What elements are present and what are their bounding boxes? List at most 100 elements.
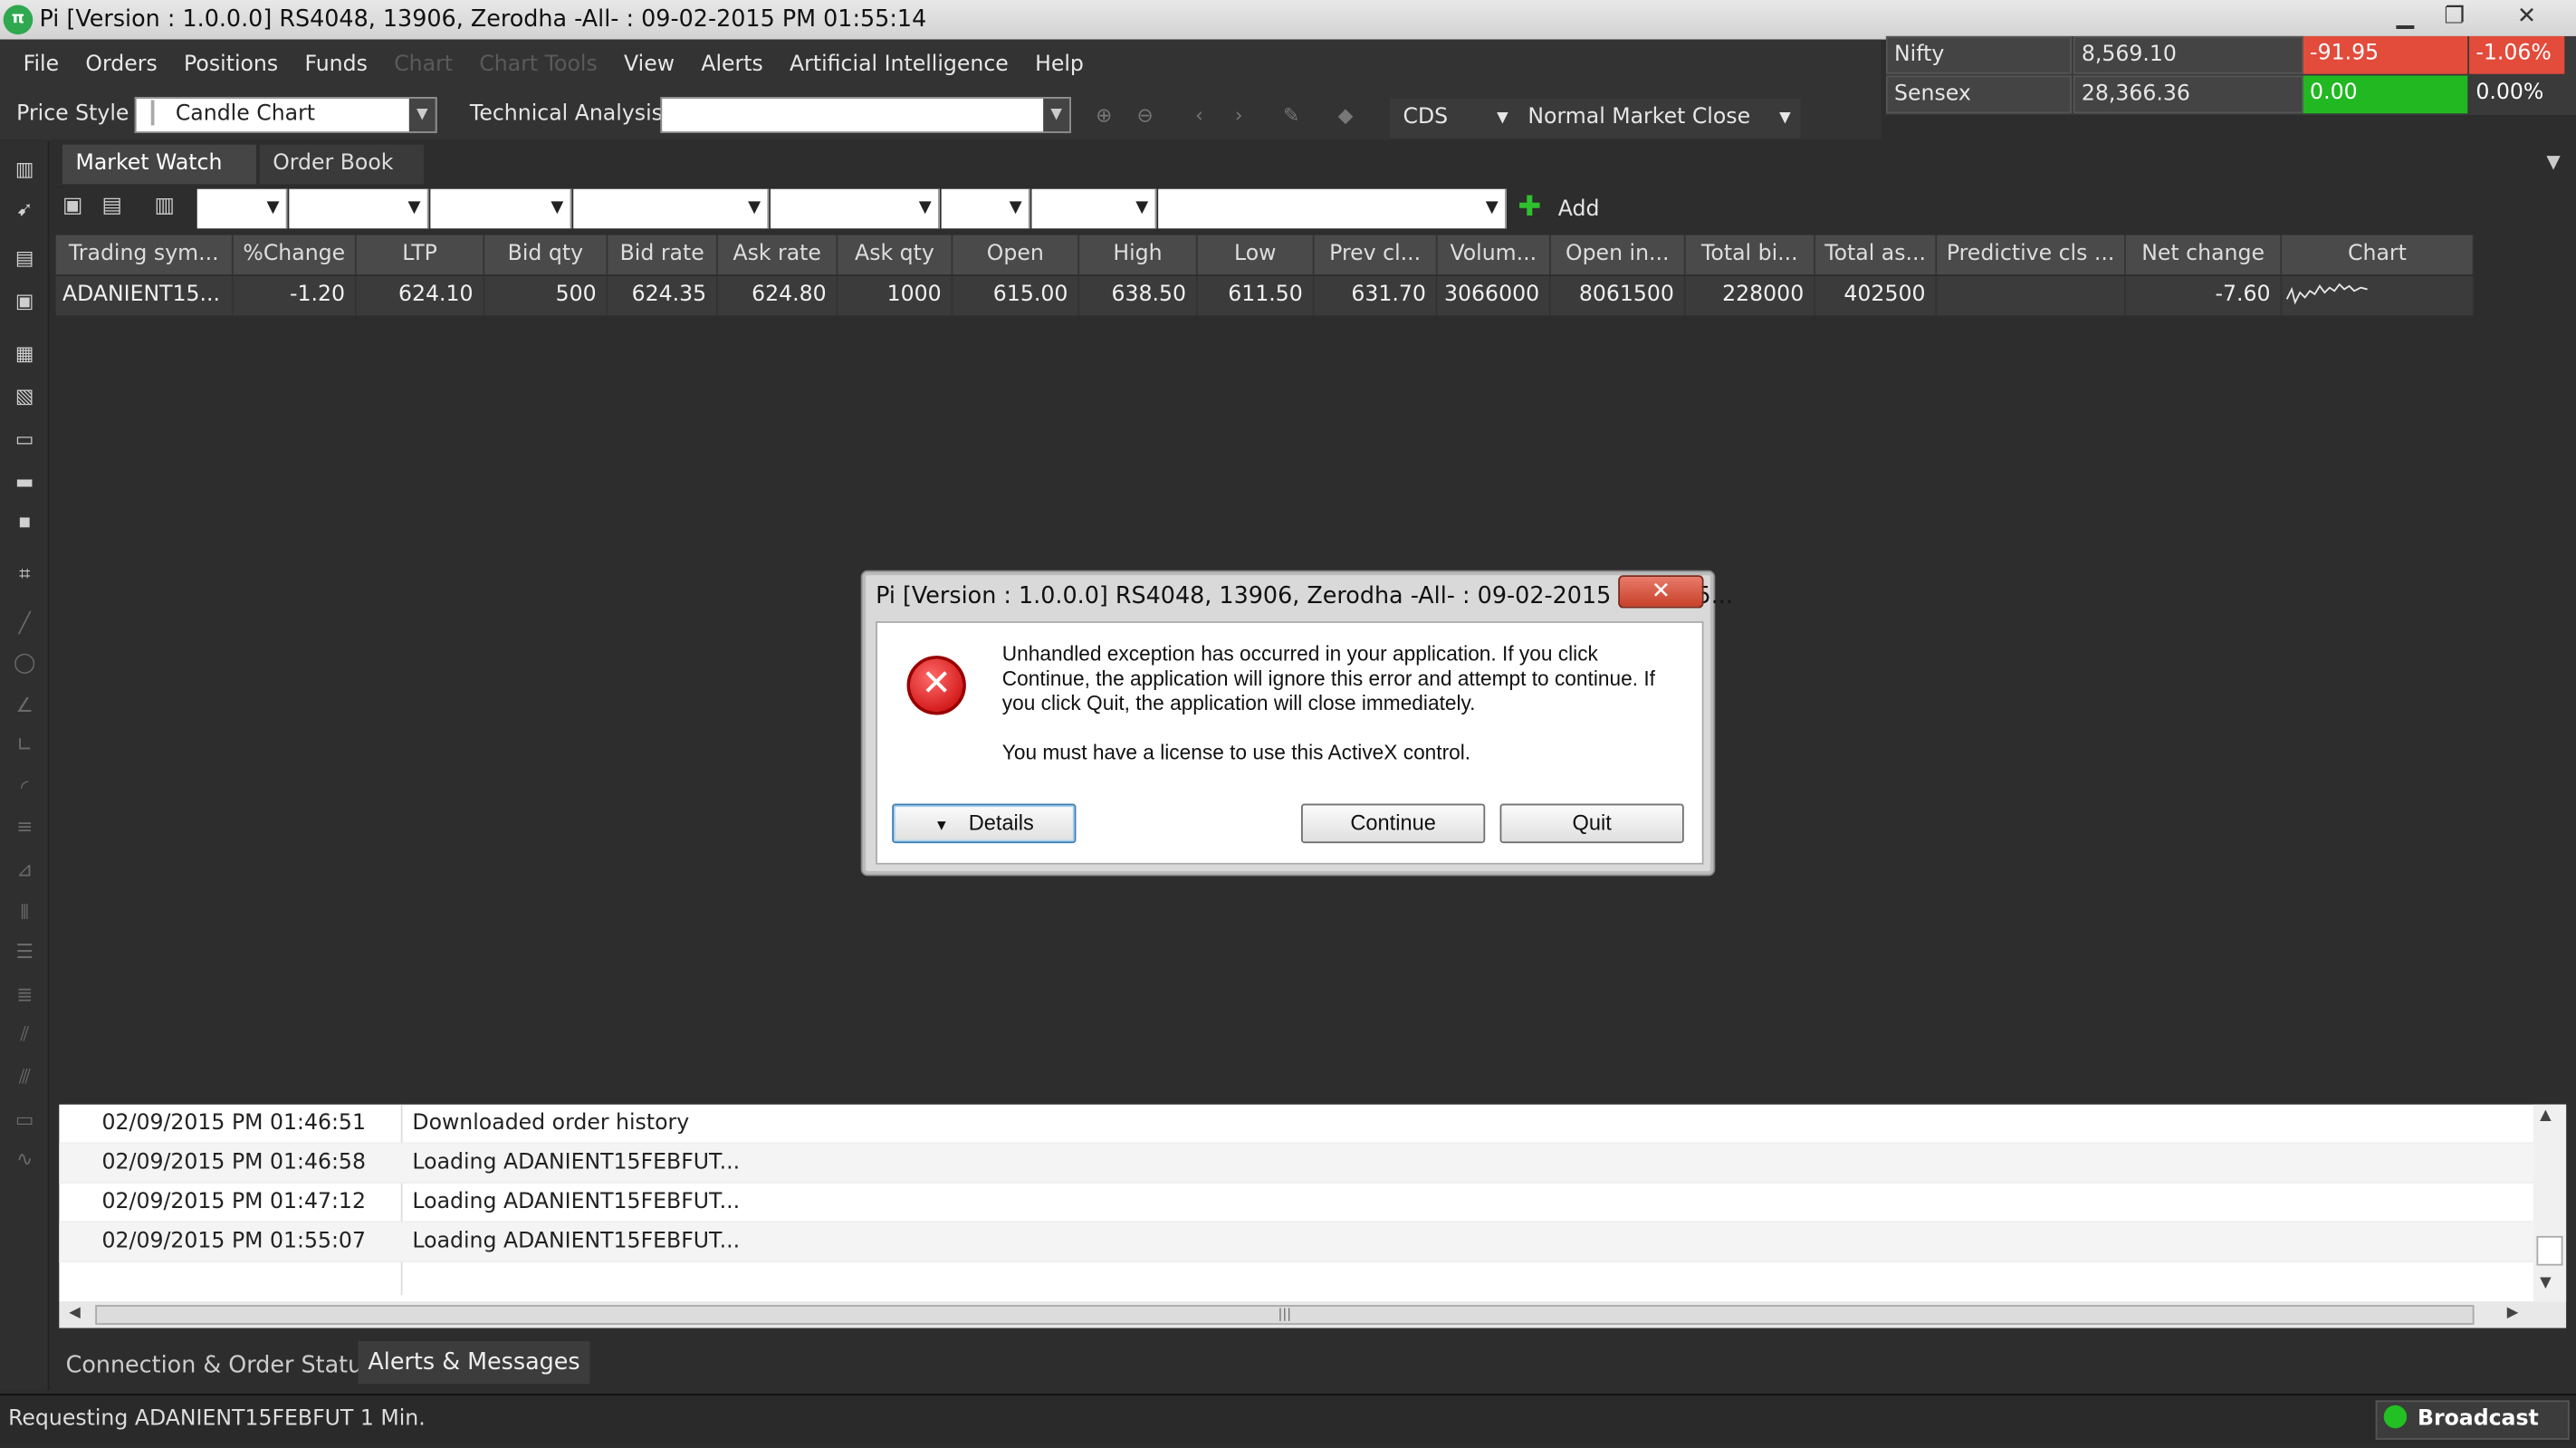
column-header[interactable]: Trading sym... [55, 235, 234, 275]
table-cell[interactable]: 3066000 [1437, 275, 1551, 316]
log-row[interactable]: 02/09/2015 PM 01:46:58 Loading ADANIENT1… [59, 1144, 2533, 1184]
eraser-icon[interactable]: ◆ [1332, 102, 1358, 129]
menu-alerts[interactable]: Alerts [691, 40, 772, 91]
dialog-close-button[interactable]: ✕ [1618, 575, 1704, 609]
table-cell[interactable]: 402500 [1815, 275, 1938, 316]
price-style-select[interactable]: ┃ Candle Chart ▼ [134, 97, 437, 134]
menu-funds[interactable]: Funds [295, 40, 378, 91]
pitch-tool-icon[interactable]: ⫻ [10, 1061, 40, 1091]
trend-tool-icon[interactable]: ∟ [10, 730, 40, 760]
column-header[interactable]: Bid qty [484, 235, 608, 275]
zoom-out-icon[interactable]: ⊖ [1132, 102, 1158, 129]
wave-tool-icon[interactable]: ∿ [10, 1144, 40, 1174]
table-cell[interactable]: -1.20 [233, 275, 357, 316]
column-header[interactable]: Open [953, 235, 1080, 275]
crop-icon[interactable]: ⌗ [10, 559, 40, 589]
tab-connection-order-status[interactable]: Connection & Order Status [56, 1345, 385, 1387]
instrument-filter[interactable]: ▼ [430, 188, 572, 229]
log-row[interactable]: 02/09/2015 PM 01:55:07 Loading ADANIENT1… [59, 1223, 2533, 1262]
channel-tool-icon[interactable]: ⫽ [10, 1019, 40, 1049]
scroll-left-icon[interactable]: ◀ [69, 1305, 81, 1321]
zoom-in-icon[interactable]: ⊕ [1091, 102, 1117, 129]
minimize-icon[interactable]: ▁ [2382, 0, 2428, 33]
table-cell[interactable]: 631.70 [1314, 275, 1438, 316]
book-swap-icon[interactable]: ▧ [10, 381, 40, 411]
tab-order-book[interactable]: Order Book [259, 144, 425, 185]
table-cell[interactable]: 615.00 [953, 275, 1080, 316]
option-type-filter[interactable]: ▼ [941, 188, 1030, 229]
column-header[interactable]: Predictive cls ... [1937, 235, 2126, 275]
segment-filter[interactable]: ▼ [289, 188, 429, 229]
table-cell[interactable]: 1000 [838, 275, 953, 316]
exchange-select[interactable]: CDS ▼ [1389, 98, 1518, 139]
restore-icon[interactable]: ❐ [2431, 0, 2477, 33]
broadcast-indicator[interactable]: Broadcast [2375, 1400, 2570, 1440]
symbol-filter[interactable]: ▼ [573, 188, 770, 229]
table-cell[interactable]: 228000 [1685, 275, 1815, 316]
arrow-right-icon[interactable]: › [1226, 102, 1252, 129]
fib-tool-icon[interactable]: ≣ [10, 980, 40, 1010]
angle-tool-icon[interactable]: ∠ [10, 690, 40, 720]
ellipse-tool-icon[interactable]: ◯ [10, 647, 40, 677]
details-button[interactable]: ▼ Details [892, 803, 1077, 844]
column-header[interactable]: Bid rate [608, 235, 718, 275]
horizontal-scrollbar[interactable]: ◀ ||| ▶ [59, 1301, 2567, 1328]
menu-positions[interactable]: Positions [174, 40, 288, 91]
rect-tool-icon[interactable]: ▭ [10, 1105, 40, 1135]
tab-alerts-messages[interactable]: Alerts & Messages [358, 1341, 590, 1385]
save-icon[interactable]: ▣ [62, 194, 89, 220]
column-header[interactable]: Total bi... [1685, 235, 1815, 275]
table-cell[interactable]: 624.35 [608, 275, 718, 316]
order-icon[interactable]: ▤ [10, 244, 40, 273]
arrow-left-icon[interactable]: ‹ [1186, 102, 1212, 129]
briefcase-icon[interactable]: ▭ [10, 424, 40, 454]
index-row-sensex[interactable]: Sensex 28,366.36 0.00 0.00% [1885, 75, 2576, 115]
column-header[interactable]: Volum... [1437, 235, 1551, 275]
column-header[interactable]: Prev cl... [1314, 235, 1438, 275]
menu-orders[interactable]: Orders [76, 40, 168, 91]
market-status-select[interactable]: Normal Market Close ▼ [1518, 98, 1801, 139]
sparkline-cell[interactable] [2282, 275, 2475, 316]
scroll-down-icon[interactable]: ▼ [2540, 1275, 2552, 1291]
column-header[interactable]: LTP [356, 235, 485, 275]
table-cell[interactable]: 8061500 [1550, 275, 1686, 316]
draw-icon[interactable]: ✎ [1278, 102, 1305, 129]
strike-filter[interactable]: ▼ [1031, 188, 1157, 229]
index-row-nifty[interactable]: Nifty 8,569.10 -91.95 -1.06% [1885, 35, 2576, 76]
scroll-right-icon[interactable]: ▶ [2507, 1305, 2519, 1321]
bars-tool-icon[interactable]: ⦀ [10, 897, 40, 927]
quit-button[interactable]: Quit [1499, 803, 1684, 844]
menu-artificial-intelligence[interactable]: Artificial Intelligence [780, 40, 1019, 91]
bag-icon[interactable]: ▪ [10, 506, 40, 536]
scroll-thumb[interactable]: ||| [95, 1305, 2475, 1325]
continue-button[interactable]: Continue [1301, 803, 1486, 844]
scroll-up-icon[interactable]: ▲ [2540, 1108, 2552, 1124]
table-cell[interactable]: 638.50 [1079, 275, 1198, 316]
table-cell[interactable]: 500 [484, 275, 608, 316]
book-icon[interactable]: ▦ [10, 339, 40, 369]
save-as-icon[interactable]: ▤ [101, 194, 128, 220]
table-cell[interactable] [1937, 275, 2126, 316]
column-header[interactable]: Ask qty [838, 235, 953, 275]
save-icon[interactable]: ▣ [10, 286, 40, 316]
vertical-scrollbar[interactable]: ▲ ▼ [2533, 1104, 2567, 1302]
technical-analysis-select[interactable]: ▼ [660, 97, 1071, 134]
column-header[interactable]: Ask rate [717, 235, 838, 275]
table-cell[interactable]: -7.60 [2125, 275, 2283, 316]
expiry-filter[interactable]: ▼ [770, 188, 940, 229]
column-header[interactable]: Open in... [1550, 235, 1686, 275]
card-icon[interactable]: ▬ [10, 466, 40, 496]
exchange-filter[interactable]: ▼ [196, 188, 288, 229]
bar-chart-icon[interactable]: ▥ [10, 155, 40, 185]
tab-market-watch[interactable]: Market Watch ✕ [62, 144, 257, 216]
menu-help[interactable]: Help [1025, 40, 1094, 91]
column-header[interactable]: %Change [233, 235, 357, 275]
column-header[interactable]: Chart [2282, 235, 2475, 275]
script-search-filter[interactable]: ▼ [1158, 188, 1507, 229]
fan-tool-icon[interactable]: ⊿ [10, 855, 40, 885]
arc-tool-icon[interactable]: ◜ [10, 772, 40, 802]
hlines-tool-icon[interactable]: ☰ [10, 937, 40, 967]
panel-dropdown-icon[interactable]: ▼ [2546, 151, 2560, 173]
column-header[interactable]: Low [1197, 235, 1315, 275]
log-row[interactable]: 02/09/2015 PM 01:47:12 Loading ADANIENT1… [59, 1184, 2533, 1223]
